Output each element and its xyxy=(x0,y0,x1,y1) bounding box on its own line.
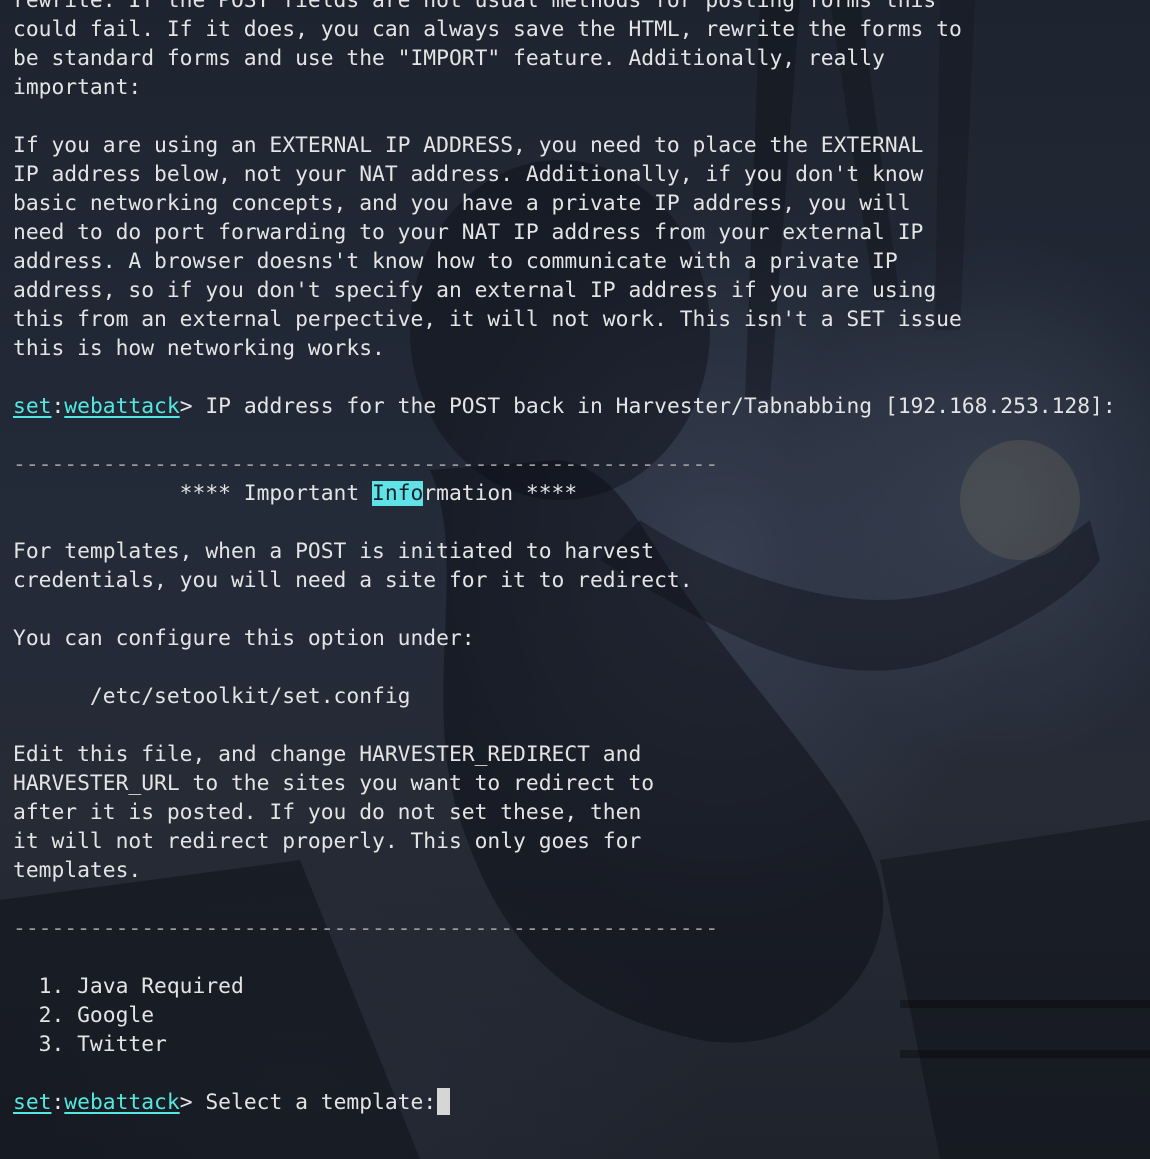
intro-line: need to do port forwarding to your NAT I… xyxy=(13,220,924,245)
info-line xyxy=(13,653,1116,682)
important-prefix: **** Important xyxy=(13,481,373,506)
template-option-google: 2. Google xyxy=(13,1003,155,1028)
prompt-set-label: set xyxy=(13,1090,52,1115)
prompt-module-label: webattack xyxy=(64,1090,180,1115)
info-line: Edit this file, and change HARVESTER_RED… xyxy=(13,742,642,767)
template-prompt-line[interactable]: set:webattack> Select a template: xyxy=(13,1088,1116,1117)
config-path: /etc/setoolkit/set.config xyxy=(13,684,411,709)
prompt-colon: : xyxy=(51,1090,65,1115)
important-heading: **** Important Information **** xyxy=(13,479,1116,508)
intro-line: If you are using an EXTERNAL IP ADDRESS,… xyxy=(13,133,924,158)
intro-line: could fail. If it does, you can always s… xyxy=(13,17,962,42)
intro-line: be standard forms and use the "IMPORT" f… xyxy=(13,46,885,71)
template-prompt-text: Select a template: xyxy=(192,1090,437,1115)
divider-bottom: ----------------------------------------… xyxy=(13,916,719,941)
selection-highlight: Info xyxy=(372,481,424,506)
prompt-arrow: > xyxy=(179,394,193,419)
block-cursor-icon[interactable] xyxy=(437,1088,451,1115)
info-line: For templates, when a POST is initiated … xyxy=(13,539,655,564)
info-line: it will not redirect properly. This only… xyxy=(13,829,642,854)
prompt-arrow: > xyxy=(179,1090,193,1115)
intro-line: rewrite. If the POST fields are not usua… xyxy=(13,0,937,13)
terminal-window[interactable]: rewrite. If the POST fields are not usua… xyxy=(0,0,1150,1159)
intro-line xyxy=(13,102,1116,131)
info-line: You can configure this option under: xyxy=(13,626,475,651)
info-line xyxy=(13,595,1116,624)
template-option-twitter: 3. Twitter xyxy=(13,1032,167,1057)
intro-line: this from an external perpective, it wil… xyxy=(13,307,962,332)
template-option-java: 1. Java Required xyxy=(13,974,244,999)
terminal-output: rewrite. If the POST fields are not usua… xyxy=(13,0,1116,1117)
important-suffix: rmation **** xyxy=(423,481,578,506)
ip-prompt-text: IP address for the POST back in Harveste… xyxy=(192,394,1116,419)
intro-line: this is how networking works. xyxy=(13,336,385,361)
intro-line: IP address below, not your NAT address. … xyxy=(13,162,924,187)
info-line: HARVESTER_URL to the sites you want to r… xyxy=(13,771,655,796)
info-line xyxy=(13,711,1116,740)
prompt-set-label: set xyxy=(13,394,52,419)
intro-line: basic networking concepts, and you have … xyxy=(13,191,911,216)
info-line: after it is posted. If you do not set th… xyxy=(13,800,642,825)
intro-line: address, so if you don't specify an exte… xyxy=(13,278,937,303)
intro-line: address. A browser doesns't know how to … xyxy=(13,249,898,274)
intro-line: important: xyxy=(13,75,142,100)
prompt-colon: : xyxy=(51,394,65,419)
ip-prompt-line: set:webattack> IP address for the POST b… xyxy=(13,392,1116,421)
divider-top: ----------------------------------------… xyxy=(13,452,719,477)
info-line: templates. xyxy=(13,858,142,883)
info-line: credentials, you will need a site for it… xyxy=(13,568,693,593)
prompt-module-label: webattack xyxy=(64,394,180,419)
